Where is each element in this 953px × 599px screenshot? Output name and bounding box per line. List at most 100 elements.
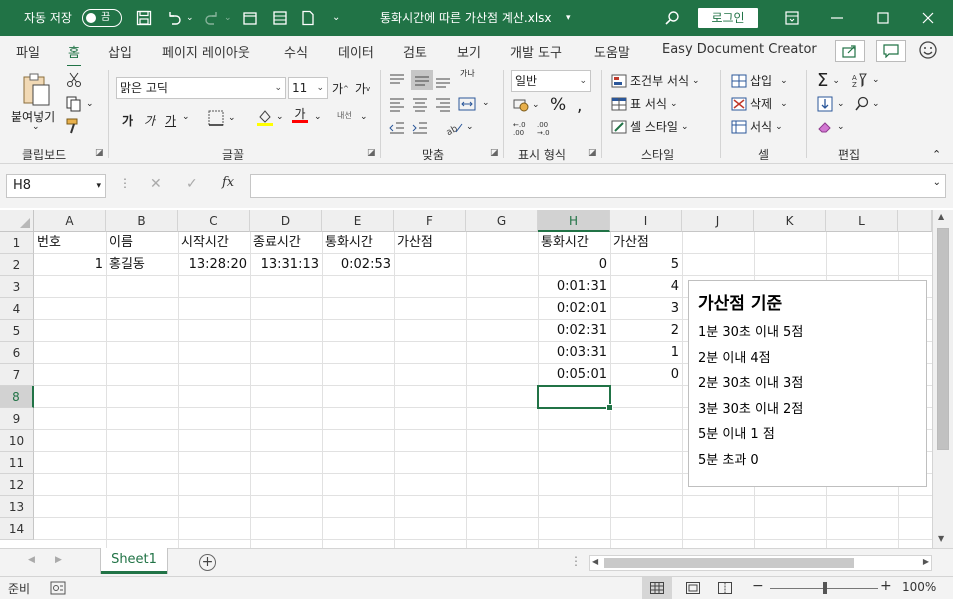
undo-dropdown-icon[interactable]: ⌄ (186, 0, 194, 36)
autosum-icon[interactable]: Σ ⌄ (817, 70, 840, 91)
font-color-button[interactable]: 가 (292, 108, 308, 123)
undo-icon[interactable] (164, 8, 184, 28)
percent-button[interactable]: % (550, 95, 566, 115)
conditional-formatting-button[interactable]: 조건부 서식 ⌄ (611, 72, 700, 89)
cell-H3[interactable]: 0:01:31 (538, 276, 610, 298)
column-header[interactable]: I (610, 210, 682, 232)
row-header[interactable]: 4 (0, 298, 34, 320)
row-header[interactable]: 3 (0, 276, 34, 298)
phonetic-dropdown-icon[interactable]: ⌄ (360, 112, 368, 122)
clipboard-launcher-icon[interactable]: ◪ (95, 148, 104, 158)
copy-icon[interactable]: ⌄ (66, 96, 94, 112)
share-button[interactable] (835, 40, 865, 62)
zoom-in-icon[interactable]: + (880, 578, 892, 594)
align-center-icon[interactable] (411, 96, 429, 115)
scroll-right-icon[interactable]: ▶ (923, 557, 929, 566)
border-icon[interactable]: ⌄ (208, 110, 236, 126)
number-format-select[interactable]: 일반 ⌄ (511, 70, 591, 92)
row-header[interactable]: 7 (0, 364, 34, 386)
orientation-icon[interactable]: ab (444, 120, 464, 139)
italic-button[interactable]: 가 (144, 112, 155, 129)
font-name-select[interactable]: 맑은 고딕 ⌄ (116, 77, 286, 99)
cell-A2[interactable]: 1 (34, 254, 106, 276)
add-sheet-icon[interactable]: + (199, 554, 216, 571)
insert-function-icon[interactable]: fx (222, 175, 234, 190)
merge-dropdown-icon[interactable]: ⌄ (482, 98, 490, 108)
redo-icon[interactable] (202, 8, 222, 28)
tab-page-layout[interactable]: 페이지 레이아웃 (162, 42, 250, 61)
fill-color-icon[interactable]: ⌄ (256, 108, 284, 126)
cell-H4[interactable]: 0:02:01 (538, 298, 610, 320)
tab-view[interactable]: 보기 (457, 42, 481, 61)
cell-C2[interactable]: 13:28:20 (178, 254, 250, 276)
format-cells-button[interactable]: 서식 ⌄ (731, 118, 783, 135)
cell-F1[interactable]: 가산점 (394, 232, 466, 254)
column-header[interactable]: K (754, 210, 826, 232)
paste-dropdown-icon[interactable]: ⌄ (32, 122, 40, 132)
zoom-out-icon[interactable]: − (752, 578, 764, 594)
cell-H6[interactable]: 0:03:31 (538, 342, 610, 364)
row-header[interactable]: 10 (0, 430, 34, 452)
tab-review[interactable]: 검토 (403, 42, 427, 61)
new-sheet-icon[interactable] (240, 8, 260, 28)
login-button[interactable]: 로그인 (698, 8, 758, 28)
decrease-indent-icon[interactable] (388, 120, 406, 139)
page-layout-view-icon[interactable] (686, 582, 700, 597)
row-header[interactable]: 12 (0, 474, 34, 496)
column-header[interactable]: F (394, 210, 466, 232)
row-header[interactable]: 6 (0, 342, 34, 364)
cell-A1[interactable]: 번호 (34, 232, 106, 254)
scroll-down-icon[interactable]: ▼ (938, 534, 944, 543)
column-header[interactable] (898, 210, 932, 232)
clear-icon[interactable]: ⌄ (817, 120, 845, 134)
horizontal-scroll-thumb[interactable] (604, 558, 854, 568)
cancel-icon[interactable]: ✕ (150, 176, 162, 192)
align-top-icon[interactable] (388, 72, 406, 91)
increase-decimal-icon[interactable]: ←.0.00 (512, 120, 532, 139)
maximize-icon[interactable] (873, 8, 893, 28)
cell-I4[interactable]: 3 (610, 298, 682, 320)
column-header[interactable]: C (178, 210, 250, 232)
formula-input[interactable]: ⌄ (250, 174, 946, 198)
expand-formula-icon[interactable]: ⌄ (933, 177, 941, 188)
autosave-toggle[interactable]: 끔 (82, 9, 122, 27)
number-launcher-icon[interactable]: ◪ (588, 148, 597, 158)
cell-I6[interactable]: 1 (610, 342, 682, 364)
row-header-selected[interactable]: 8 (0, 386, 34, 408)
score-criteria-textbox[interactable]: 가산점 기준 1분 30초 이내 5점 2분 이내 4점 2분 30초 이내 3… (688, 280, 927, 487)
cell-B2[interactable]: 홍길동 (106, 254, 178, 276)
cell-I3[interactable]: 4 (610, 276, 682, 298)
vertical-scroll-thumb[interactable] (937, 228, 949, 450)
filename-dropdown-icon[interactable]: ▾ (566, 0, 571, 36)
tab-file[interactable]: 파일 (16, 42, 40, 61)
column-header[interactable]: A (34, 210, 106, 232)
cell-H5[interactable]: 0:02:31 (538, 320, 610, 342)
alignment-launcher-icon[interactable]: ◪ (490, 148, 499, 158)
cell-I2[interactable]: 5 (610, 254, 682, 276)
close-icon[interactable] (918, 8, 938, 28)
cell-H1[interactable]: 통화시간 (538, 232, 610, 254)
column-header[interactable]: J (682, 210, 754, 232)
cell-B1[interactable]: 이름 (106, 232, 178, 254)
sheet-tab-sheet1[interactable]: Sheet1 (101, 548, 167, 574)
feedback-smiley-icon[interactable] (918, 40, 940, 62)
horizontal-scrollbar[interactable]: ◀ ▶ (589, 555, 932, 571)
ribbon-display-icon[interactable] (782, 8, 802, 28)
normal-view-button[interactable] (642, 577, 672, 599)
redo-dropdown-icon[interactable]: ⌄ (224, 0, 232, 36)
document-icon[interactable] (298, 8, 318, 28)
tab-split-handle-icon[interactable]: ⋮ (570, 554, 582, 568)
tab-data[interactable]: 데이터 (338, 42, 374, 61)
form-icon[interactable] (270, 8, 290, 28)
scroll-tabs-right-icon[interactable]: ▶ (55, 555, 62, 565)
underline-button[interactable]: 가 (165, 112, 176, 129)
find-select-icon[interactable]: ⌄ (854, 96, 880, 112)
merge-center-icon[interactable] (458, 96, 476, 115)
scroll-left-icon[interactable]: ◀ (592, 557, 598, 566)
vertical-scrollbar[interactable]: ▲ ▼ (932, 210, 953, 548)
cell-E1[interactable]: 통화시간 (322, 232, 394, 254)
select-all-corner[interactable] (0, 210, 34, 232)
column-header-selected[interactable]: H (538, 210, 610, 232)
font-color-dropdown-icon[interactable]: ⌄ (314, 112, 322, 122)
comma-style-button[interactable]: , (577, 96, 582, 116)
